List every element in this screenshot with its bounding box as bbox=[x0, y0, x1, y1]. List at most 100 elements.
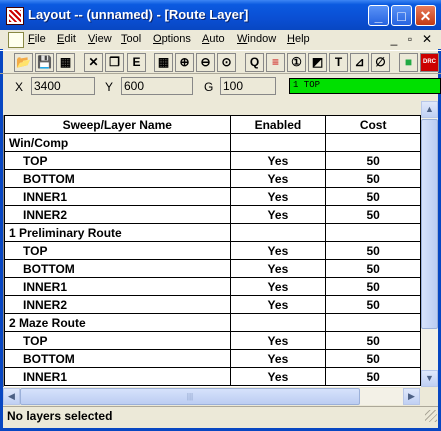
close-button[interactable]: ✕ bbox=[415, 5, 436, 26]
query-icon[interactable]: Q bbox=[245, 53, 264, 72]
cost-cell[interactable]: 50 bbox=[325, 367, 421, 386]
enabled-cell[interactable] bbox=[229, 223, 327, 242]
layer-row[interactable]: TOP Yes 50 bbox=[4, 241, 421, 260]
active-layer-selector[interactable]: 1 TOP bbox=[289, 78, 441, 94]
enabled-cell[interactable]: Yes bbox=[229, 367, 327, 386]
shape-icon[interactable]: ◩ bbox=[308, 53, 327, 72]
layer-row[interactable]: INNER1 Yes 50 bbox=[4, 277, 421, 296]
document-icon[interactable] bbox=[8, 32, 24, 48]
enabled-cell[interactable] bbox=[229, 313, 327, 332]
sweep-name-cell[interactable]: Win/Comp bbox=[4, 133, 231, 152]
enabled-cell[interactable]: Yes bbox=[229, 187, 327, 206]
layer-name-cell[interactable]: INNER2 bbox=[4, 205, 231, 224]
layer-name-cell[interactable]: BOTTOM bbox=[4, 259, 231, 278]
cost-cell[interactable] bbox=[325, 223, 421, 242]
layer-row[interactable]: TOP Yes 50 bbox=[4, 331, 421, 350]
menu-options[interactable]: Options bbox=[153, 33, 191, 45]
cost-cell[interactable]: 50 bbox=[325, 151, 421, 170]
sweep-name-cell[interactable]: 2 Maze Route bbox=[4, 313, 231, 332]
layer-row[interactable]: BOTTOM Yes 50 bbox=[4, 259, 421, 278]
zoom-fit-icon[interactable]: ⊙ bbox=[217, 53, 236, 72]
layer-name-cell[interactable]: TOP bbox=[4, 331, 231, 350]
enabled-cell[interactable]: Yes bbox=[229, 205, 327, 224]
spreadsheet-icon[interactable]: E bbox=[127, 53, 146, 72]
zoom-out-icon[interactable]: ⊖ bbox=[196, 53, 215, 72]
layer-name-cell[interactable]: INNER1 bbox=[4, 187, 231, 206]
zoom-in-icon[interactable]: ⊕ bbox=[175, 53, 194, 72]
layer-name-cell[interactable]: INNER1 bbox=[4, 367, 231, 386]
mdi-restore-button[interactable]: ▫ bbox=[403, 32, 417, 46]
text-icon[interactable]: T bbox=[329, 53, 348, 72]
layer-name-cell[interactable]: BOTTOM bbox=[4, 349, 231, 368]
sweep-name-cell[interactable]: 1 Preliminary Route bbox=[4, 223, 231, 242]
layer-name-cell[interactable]: TOP bbox=[4, 151, 231, 170]
sweep-group-row[interactable]: Win/Comp bbox=[4, 133, 421, 152]
enabled-cell[interactable]: Yes bbox=[229, 241, 327, 260]
layer-row[interactable]: INNER2 Yes 50 bbox=[4, 205, 421, 224]
grid-icon[interactable]: ▦ bbox=[154, 53, 173, 72]
horizontal-scroll-thumb[interactable]: ||| bbox=[20, 388, 360, 405]
menu-view[interactable]: View bbox=[88, 33, 112, 45]
column-header-cost[interactable]: Cost bbox=[325, 115, 421, 134]
app-icon[interactable] bbox=[6, 7, 24, 25]
menu-tool[interactable]: Tool bbox=[121, 33, 141, 45]
cost-cell[interactable]: 50 bbox=[325, 187, 421, 206]
enabled-cell[interactable]: Yes bbox=[229, 277, 327, 296]
cut-icon[interactable]: ✕ bbox=[84, 53, 103, 72]
cost-cell[interactable]: 50 bbox=[325, 295, 421, 314]
column-header-enabled[interactable]: Enabled bbox=[229, 115, 327, 134]
scroll-right-arrow-icon[interactable]: ▶ bbox=[403, 388, 420, 405]
cost-cell[interactable]: 50 bbox=[325, 205, 421, 224]
menu-help[interactable]: Help bbox=[287, 33, 310, 45]
mdi-minimize-button[interactable]: _ bbox=[387, 32, 401, 46]
sweep-group-row[interactable]: 1 Preliminary Route bbox=[4, 223, 421, 242]
menu-file[interactable]: File bbox=[28, 33, 46, 45]
layer-row[interactable]: INNER2 Yes 50 bbox=[4, 295, 421, 314]
scroll-left-arrow-icon[interactable]: ◀ bbox=[3, 388, 20, 405]
cost-cell[interactable]: 50 bbox=[325, 331, 421, 350]
menu-edit[interactable]: Edit bbox=[57, 33, 76, 45]
column-header-name[interactable]: Sweep/Layer Name bbox=[4, 115, 231, 134]
enabled-cell[interactable]: Yes bbox=[229, 349, 327, 368]
menu-window[interactable]: Window bbox=[237, 33, 276, 45]
save-icon[interactable]: 💾 bbox=[35, 53, 54, 72]
cost-cell[interactable]: 50 bbox=[325, 241, 421, 260]
measure-icon[interactable]: ⊿ bbox=[350, 53, 369, 72]
horizontal-scrollbar[interactable]: ◀ ||| ▶ bbox=[3, 388, 420, 405]
scroll-up-arrow-icon[interactable]: ▲ bbox=[421, 101, 438, 118]
layer-row[interactable]: TOP Yes 50 bbox=[4, 151, 421, 170]
cost-cell[interactable] bbox=[325, 133, 421, 152]
title-bar[interactable]: Layout -- (unnamed) - [Route Layer] _ □ … bbox=[0, 0, 441, 30]
copy-icon[interactable]: ❐ bbox=[105, 53, 124, 72]
resize-grip-icon[interactable] bbox=[425, 410, 437, 422]
layer-row[interactable]: BOTTOM Yes 50 bbox=[4, 169, 421, 188]
sweep-group-row[interactable]: 2 Maze Route bbox=[4, 313, 421, 332]
cost-cell[interactable]: 50 bbox=[325, 277, 421, 296]
pin-icon[interactable]: ① bbox=[287, 53, 306, 72]
vertical-scrollbar[interactable]: ▲ ▼ bbox=[421, 101, 438, 387]
print-icon[interactable]: ▦ bbox=[56, 53, 75, 72]
layer-row[interactable]: INNER1 Yes 50 bbox=[4, 367, 421, 386]
layer-name-cell[interactable]: BOTTOM bbox=[4, 169, 231, 188]
drc-icon[interactable]: DRC bbox=[420, 53, 439, 72]
maximize-button[interactable]: □ bbox=[391, 5, 412, 26]
route-layer-grid[interactable]: Sweep/Layer Name Enabled Cost Win/Comp TO… bbox=[3, 115, 421, 387]
layer-name-cell[interactable]: INNER2 bbox=[4, 295, 231, 314]
menu-auto[interactable]: Auto bbox=[202, 33, 225, 45]
enabled-cell[interactable]: Yes bbox=[229, 331, 327, 350]
route-layer-icon[interactable]: ≡ bbox=[266, 53, 285, 72]
scroll-down-arrow-icon[interactable]: ▼ bbox=[421, 370, 438, 387]
cost-cell[interactable]: 50 bbox=[325, 349, 421, 368]
mdi-close-button[interactable]: ✕ bbox=[420, 32, 434, 46]
layer-name-cell[interactable]: INNER1 bbox=[4, 277, 231, 296]
cost-cell[interactable] bbox=[325, 313, 421, 332]
color-icon[interactable]: ■ bbox=[399, 53, 418, 72]
minimize-button[interactable]: _ bbox=[368, 5, 389, 26]
layer-row[interactable]: INNER1 Yes 50 bbox=[4, 187, 421, 206]
enabled-cell[interactable]: Yes bbox=[229, 169, 327, 188]
enabled-cell[interactable]: Yes bbox=[229, 151, 327, 170]
enabled-cell[interactable]: Yes bbox=[229, 259, 327, 278]
vertical-scroll-thumb[interactable] bbox=[421, 119, 438, 329]
open-folder-icon[interactable]: 📂 bbox=[14, 53, 33, 72]
cost-cell[interactable]: 50 bbox=[325, 259, 421, 278]
